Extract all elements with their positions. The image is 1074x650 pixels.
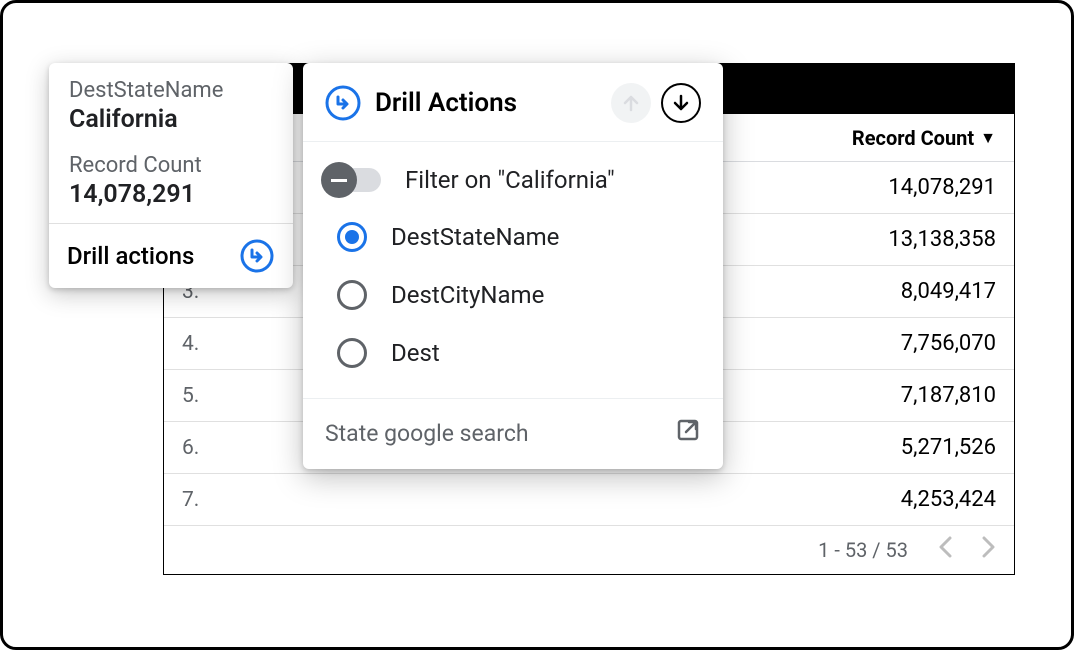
drill-panel-title: Drill Actions: [375, 88, 597, 118]
drill-option-label: DestCityName: [391, 281, 544, 309]
open-external-icon: [675, 417, 701, 449]
radio-unselected-icon: [337, 280, 367, 310]
filter-toggle-row[interactable]: Filter on "California": [325, 152, 701, 208]
row-value: 13,138,358: [888, 227, 996, 252]
tooltip-field-value: California: [69, 105, 273, 134]
arrow-down-icon: [671, 93, 691, 113]
tooltip-count-label: Record Count: [69, 154, 273, 178]
drill-up-button[interactable]: [611, 83, 651, 123]
row-value: 7,187,810: [901, 383, 996, 408]
drill-search-label: State google search: [325, 420, 529, 447]
row-value: 8,049,417: [901, 279, 996, 304]
row-index: 6.: [182, 436, 232, 460]
filter-toggle-label: Filter on "California": [405, 166, 615, 194]
column-header-label: Record Count: [852, 126, 974, 150]
filter-toggle[interactable]: [325, 168, 381, 192]
row-index: 7.: [182, 488, 232, 512]
drill-panel-icon: [325, 85, 361, 121]
drill-actions-panel: Drill Actions Filter: [303, 63, 723, 469]
drill-actions-label: Drill actions: [67, 242, 194, 270]
table-footer: 1 - 53 / 53: [164, 526, 1014, 574]
sort-desc-icon: ▼: [980, 128, 996, 148]
tooltip-field-label: DestStateName: [69, 79, 273, 103]
drill-actions-button[interactable]: Drill actions: [49, 224, 293, 288]
prev-page-button[interactable]: [938, 536, 952, 564]
column-header-record-count[interactable]: Record Count ▼: [852, 126, 996, 150]
drill-arrow-icon: [239, 238, 275, 274]
pagination-label: 1 - 53 / 53: [818, 538, 908, 562]
row-value: 7,756,070: [901, 331, 996, 356]
toggle-off-icon: [321, 162, 357, 198]
arrow-up-icon: [621, 93, 641, 113]
row-value: 5,271,526: [901, 435, 996, 460]
row-index: 5.: [182, 384, 232, 408]
drill-option-destcityname[interactable]: DestCityName: [325, 266, 701, 324]
radio-selected-icon: [337, 222, 367, 252]
drill-option-deststatename[interactable]: DestStateName: [325, 208, 701, 266]
tooltip-card: DestStateName California Record Count 14…: [49, 63, 293, 288]
table-row[interactable]: 7. 4,253,424: [164, 474, 1014, 526]
next-page-button[interactable]: [982, 536, 996, 564]
drill-search-link[interactable]: State google search: [303, 399, 723, 469]
radio-unselected-icon: [337, 338, 367, 368]
drill-option-label: Dest: [391, 339, 440, 367]
drill-option-dest[interactable]: Dest: [325, 324, 701, 382]
drill-option-label: DestStateName: [391, 223, 559, 251]
tooltip-count-value: 14,078,291: [69, 180, 273, 209]
row-index: 4.: [182, 332, 232, 356]
row-value: 4,253,424: [901, 487, 996, 512]
row-value: 14,078,291: [888, 175, 996, 200]
drill-down-button[interactable]: [661, 83, 701, 123]
